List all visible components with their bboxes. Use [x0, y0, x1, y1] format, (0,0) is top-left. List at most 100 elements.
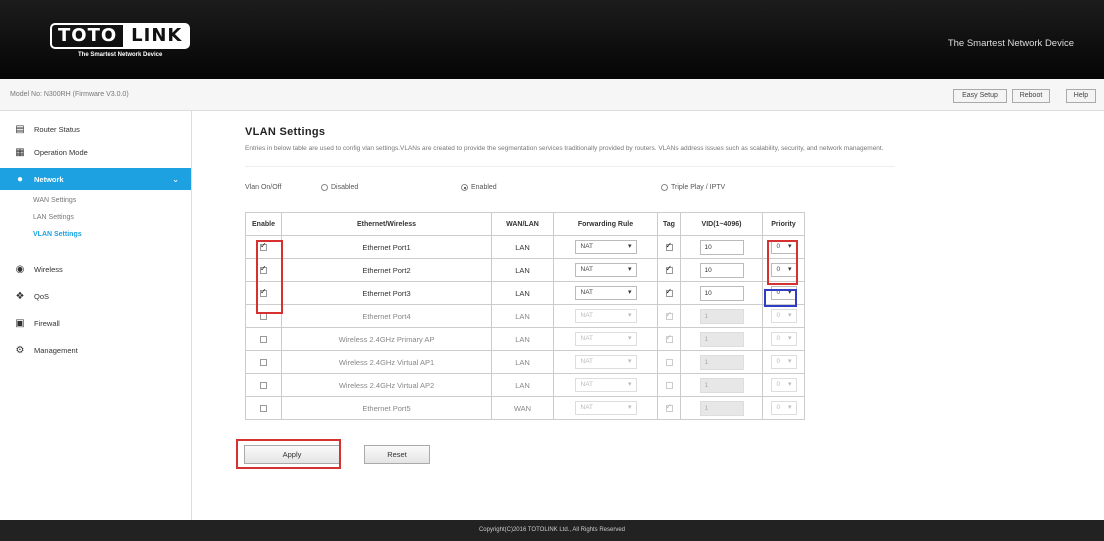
vlan-triple-play-radio[interactable]: Triple Play / IPTV	[661, 184, 725, 191]
forwarding-rule-select[interactable]: NAT	[574, 401, 637, 415]
apply-button[interactable]: Apply	[244, 445, 340, 464]
table-row: Wireless 2.4GHz Virtual AP2LAN NAT 1 0	[245, 373, 805, 397]
sidebar-item-management[interactable]: ⚙ Management	[0, 339, 191, 361]
tag-checkbox[interactable]	[665, 287, 673, 298]
forwarding-rule-cell: NAT	[553, 327, 658, 351]
sidebar-item-label: QoS	[34, 291, 50, 301]
priority-select[interactable]: 0	[770, 401, 797, 415]
radio-label: Disabled	[331, 184, 359, 191]
network-mode-icon: ▦	[15, 146, 25, 158]
forwarding-rule-select[interactable]: NAT	[574, 332, 637, 346]
port-name-cell: Wireless 2.4GHz Primary AP	[281, 327, 492, 351]
vlan-table: Enable Ethernet/Wireless WAN/LAN Forward…	[245, 212, 805, 420]
forwarding-rule-select[interactable]: NAT	[574, 309, 637, 323]
priority-cell: 0	[762, 373, 805, 397]
priority-select[interactable]: 0	[770, 309, 797, 323]
vid-input[interactable]: 10	[699, 285, 744, 301]
forwarding-rule-select[interactable]: NAT	[574, 355, 637, 369]
enable-checkbox[interactable]	[260, 405, 267, 413]
table-row: Ethernet Port5WAN NAT 1 0	[245, 396, 805, 420]
vid-input[interactable]: 1	[699, 400, 744, 416]
model-number: Model No: N300RH (Firmware V3.0.0)	[10, 91, 129, 98]
radio-label: Triple Play / IPTV	[671, 184, 726, 191]
enable-checkbox[interactable]	[260, 336, 267, 344]
sidebar-subitem-vlan-settings[interactable]: VLAN Settings	[33, 231, 82, 238]
sidebar-item-qos[interactable]: ❖ QoS	[0, 285, 191, 307]
vid-cell: 1	[680, 327, 763, 351]
priority-select[interactable]: 0	[770, 378, 797, 392]
port-name-cell: Wireless 2.4GHz Virtual AP2	[281, 373, 492, 397]
sidebar-item-network[interactable]: ● Network ⌄	[0, 168, 191, 190]
port-name-cell: Ethernet Port3	[281, 281, 492, 305]
sidebar-item-wireless[interactable]: ◉ Wireless	[0, 258, 191, 280]
chevron-down-icon: ⌄	[172, 174, 179, 184]
column-header: Tag	[657, 212, 681, 236]
sidebar-item-label: Wireless	[34, 264, 63, 274]
priority-select[interactable]: 0	[770, 355, 797, 369]
enable-cell	[245, 281, 282, 305]
enable-checkbox[interactable]	[260, 313, 267, 321]
enable-checkbox[interactable]	[260, 359, 267, 367]
vid-input[interactable]: 10	[699, 262, 744, 278]
help-button[interactable]: Help	[1066, 89, 1096, 103]
header-tagline: The Smartest Network Device	[947, 38, 1074, 49]
sidebar-item-operation-mode[interactable]: ▦ Operation Mode	[0, 141, 191, 163]
enable-checkbox[interactable]	[260, 287, 267, 298]
enable-cell	[245, 327, 282, 351]
priority-select[interactable]: 0	[770, 240, 797, 254]
wan-lan-cell: LAN	[491, 373, 554, 397]
tag-checkbox[interactable]	[665, 382, 673, 390]
forwarding-rule-cell: NAT	[553, 373, 658, 397]
forwarding-rule-select[interactable]: NAT	[574, 378, 637, 392]
forwarding-rule-select[interactable]: NAT	[574, 286, 637, 300]
tag-checkbox[interactable]	[665, 333, 673, 344]
port-name-cell: Ethernet Port4	[281, 304, 492, 328]
monitor-icon: ▤	[15, 123, 25, 135]
tag-checkbox[interactable]	[665, 402, 673, 413]
vlan-disabled-radio[interactable]: Disabled	[321, 184, 358, 191]
port-name-cell: Ethernet Port5	[281, 396, 492, 420]
sidebar-subitem-lan-settings[interactable]: LAN Settings	[33, 214, 74, 221]
wan-lan-cell: LAN	[491, 327, 554, 351]
easy-setup-button[interactable]: Easy Setup	[953, 89, 1007, 103]
vid-input[interactable]: 1	[699, 354, 744, 370]
sidebar-subitem-wan-settings[interactable]: WAN Settings	[33, 197, 76, 204]
qos-icon: ❖	[15, 290, 25, 302]
enable-checkbox[interactable]	[260, 382, 267, 390]
tag-checkbox[interactable]	[665, 359, 673, 367]
vid-cell: 1	[680, 396, 763, 420]
priority-select[interactable]: 0	[770, 263, 797, 277]
enable-checkbox[interactable]	[260, 264, 267, 275]
reboot-button[interactable]: Reboot	[1012, 89, 1050, 103]
vid-input[interactable]: 1	[699, 331, 744, 347]
forwarding-rule-cell: NAT	[553, 235, 658, 259]
priority-select[interactable]: 0	[770, 286, 797, 300]
vlan-enabled-radio[interactable]: Enabled	[461, 184, 497, 191]
port-name-cell: Wireless 2.4GHz Virtual AP1	[281, 350, 492, 374]
tag-cell	[657, 373, 681, 397]
priority-select[interactable]: 0	[770, 332, 797, 346]
reset-button[interactable]: Reset	[364, 445, 430, 464]
tag-checkbox[interactable]	[665, 310, 673, 321]
table-row: Wireless 2.4GHz Virtual AP1LAN NAT 1 0	[245, 350, 805, 374]
vid-input[interactable]: 1	[699, 377, 744, 393]
radio-label: Enabled	[471, 184, 497, 191]
enable-cell	[245, 350, 282, 374]
tag-checkbox[interactable]	[665, 264, 673, 275]
vid-input[interactable]: 10	[699, 239, 744, 255]
priority-cell: 0	[762, 304, 805, 328]
port-name-cell: Ethernet Port1	[281, 235, 492, 259]
forwarding-rule-select[interactable]: NAT	[574, 240, 637, 254]
sidebar-item-firewall[interactable]: ▣ Firewall	[0, 312, 191, 334]
enable-checkbox[interactable]	[260, 241, 267, 252]
footer: Copyright(C)2016 TOTOLINK Ltd., All Righ…	[0, 520, 1104, 541]
forwarding-rule-select[interactable]: NAT	[574, 263, 637, 277]
wan-lan-cell: LAN	[491, 281, 554, 305]
sidebar-item-router-status[interactable]: ▤ Router Status	[0, 118, 191, 140]
wan-lan-cell: WAN	[491, 396, 554, 420]
header: TOTO LINK The Smartest Network Device Th…	[0, 0, 1104, 79]
tag-checkbox[interactable]	[665, 241, 673, 252]
vid-input[interactable]: 1	[699, 308, 744, 324]
column-header: Enable	[245, 212, 282, 236]
totolink-logo: TOTO LINK The Smartest Network Device	[50, 23, 191, 58]
